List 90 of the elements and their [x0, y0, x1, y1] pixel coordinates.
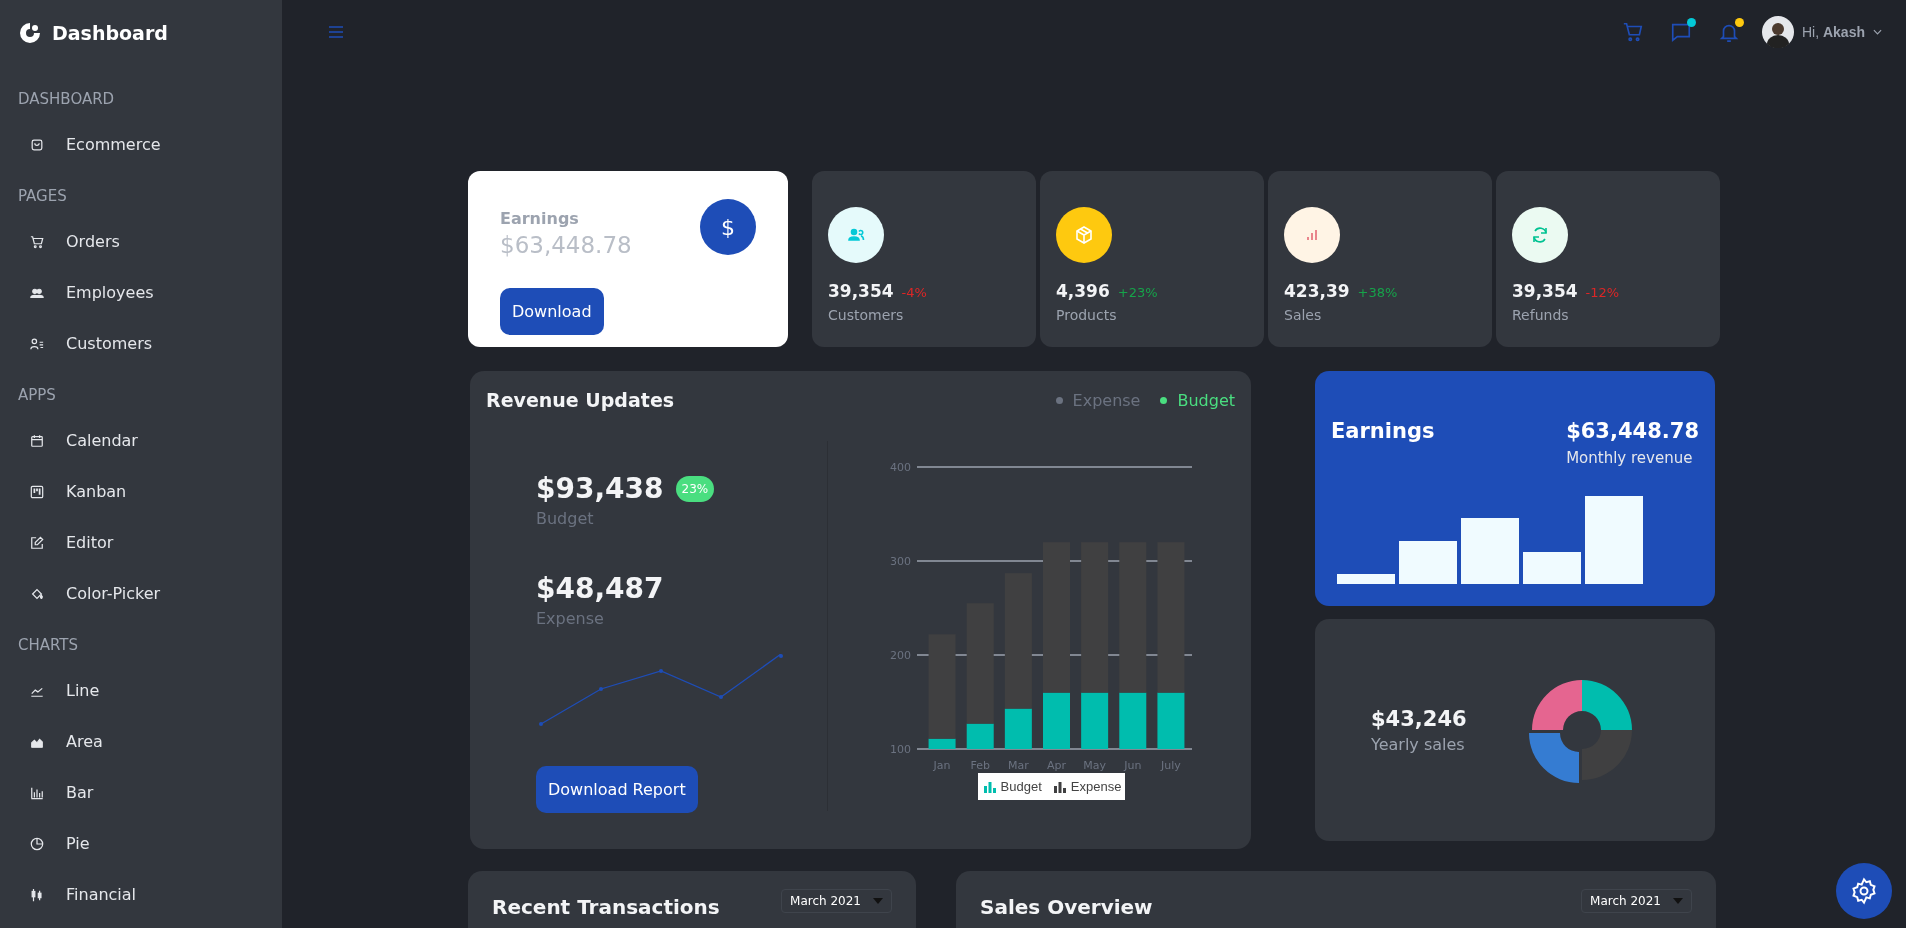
section-title: CHARTS: [18, 635, 80, 656]
stat-label: Sales: [1284, 307, 1323, 323]
stat-change: -12%: [1585, 285, 1620, 300]
sidebar-item[interactable]: Ecommerce: [18, 119, 161, 170]
expense-label: Expense: [536, 609, 605, 628]
sidebar-item[interactable]: Area: [18, 716, 103, 767]
stat-value: 4,396: [1056, 281, 1110, 301]
axis-label: Mar: [1007, 759, 1029, 772]
sidebar-item[interactable]: Financial: [18, 869, 137, 920]
axis-label: July: [1160, 759, 1181, 772]
bar: [1461, 518, 1519, 584]
dollar-button[interactable]: $: [700, 199, 756, 255]
axis-label: 400: [889, 461, 911, 474]
percent-badge: 23%: [675, 475, 715, 502]
legend-label: Expense: [1070, 779, 1122, 794]
stat-label: Refunds: [1512, 307, 1570, 323]
sidebar-item[interactable]: Orders: [18, 216, 120, 267]
sidebar-item[interactable]: Bar: [18, 767, 94, 818]
stat-icon-circle[interactable]: [828, 207, 884, 263]
financial-icon: [30, 887, 44, 902]
section-title: DASHBOARD: [18, 89, 116, 110]
stat-value: 423,39: [1284, 281, 1350, 301]
kanban-icon: [30, 484, 44, 499]
stat-value: 39,354: [828, 281, 894, 301]
axis-label: May: [1082, 759, 1106, 772]
stat-change: +38%: [1357, 285, 1398, 300]
card-title: Earnings: [500, 209, 580, 228]
stat-label: Customers: [828, 307, 905, 323]
bucket-icon: [30, 586, 44, 601]
month-dropdown[interactable]: March 2021: [781, 889, 892, 913]
bag-icon: [30, 137, 44, 152]
axis-label: Feb: [969, 759, 990, 772]
section-title: APPS: [18, 385, 57, 406]
logo-icon: [18, 21, 42, 45]
chevron-down-icon[interactable]: [1873, 29, 1882, 35]
settings-button[interactable]: [1836, 863, 1892, 919]
yearly-amount: $43,246: [1371, 706, 1467, 731]
download-button[interactable]: Download: [500, 288, 604, 335]
yearly-caption: Yearly sales: [1371, 734, 1466, 754]
avatar[interactable]: [1761, 16, 1794, 48]
axis-label: 200: [889, 649, 911, 662]
card-title: Revenue Updates: [486, 389, 675, 411]
sidebar-item[interactable]: Color-Picker: [18, 568, 161, 619]
stat-icon-circle[interactable]: [1512, 207, 1568, 263]
bar: [1399, 541, 1457, 584]
sidebar-item[interactable]: Kanban: [18, 466, 127, 517]
bar-chart-icon: [983, 780, 996, 793]
stat-change: -4%: [901, 285, 927, 300]
edit-icon: [30, 535, 44, 550]
card-title: Sales Overview: [980, 895, 1153, 919]
pie-icon: [30, 836, 44, 851]
card-title: Earnings: [1331, 419, 1435, 443]
expense-amount: $48,487: [536, 572, 665, 605]
download-report-button[interactable]: Download Report: [536, 766, 698, 813]
gear-icon[interactable]: [1850, 877, 1878, 905]
sidebar-item[interactable]: Employees: [18, 267, 154, 318]
budget-label: Budget: [536, 509, 595, 528]
sidebar-item[interactable]: Pie: [18, 818, 90, 869]
earnings-amount: $63,448.78: [1566, 419, 1699, 443]
stat-label: Products: [1056, 307, 1118, 323]
stat-icon-circle[interactable]: [1056, 207, 1112, 263]
axis-label: 300: [889, 555, 911, 568]
axis-label: 100: [889, 743, 911, 756]
sidebar-item[interactable]: Calendar: [18, 415, 138, 466]
stat-icon-circle[interactable]: [1284, 207, 1340, 263]
bar: [1337, 574, 1395, 584]
userlist-icon: [30, 336, 44, 351]
sidebar-item[interactable]: Customers: [18, 318, 153, 369]
axis-label: Jun: [1123, 759, 1141, 772]
sidebar-item[interactable]: Editor: [18, 517, 114, 568]
earnings-amount: $63,448.78: [500, 232, 632, 258]
card-title: Recent Transactions: [492, 895, 720, 919]
axis-label: Jan: [933, 759, 951, 772]
brand-name[interactable]: Dashboard: [52, 22, 168, 44]
legend-toggle[interactable]: Budget: [1160, 390, 1235, 410]
axis-label: Apr: [1046, 759, 1066, 772]
bar-icon: [30, 785, 44, 800]
cart-icon: [30, 234, 44, 249]
budget-amount: $93,438: [536, 472, 664, 505]
stat-value: 39,354: [1512, 281, 1578, 301]
calendar-icon: [30, 433, 44, 448]
sidebar-item[interactable]: Line: [18, 665, 100, 716]
bar: [1523, 552, 1581, 584]
month-dropdown[interactable]: March 2021: [1581, 889, 1692, 913]
user-greeting[interactable]: Hi, Akash: [1801, 24, 1865, 40]
bar-chart-icon: [1053, 780, 1066, 793]
legend-label: Budget: [1000, 779, 1042, 794]
earnings-caption: Monthly revenue: [1566, 449, 1694, 467]
stat-change: +23%: [1117, 285, 1158, 300]
section-title: PAGES: [18, 186, 68, 207]
